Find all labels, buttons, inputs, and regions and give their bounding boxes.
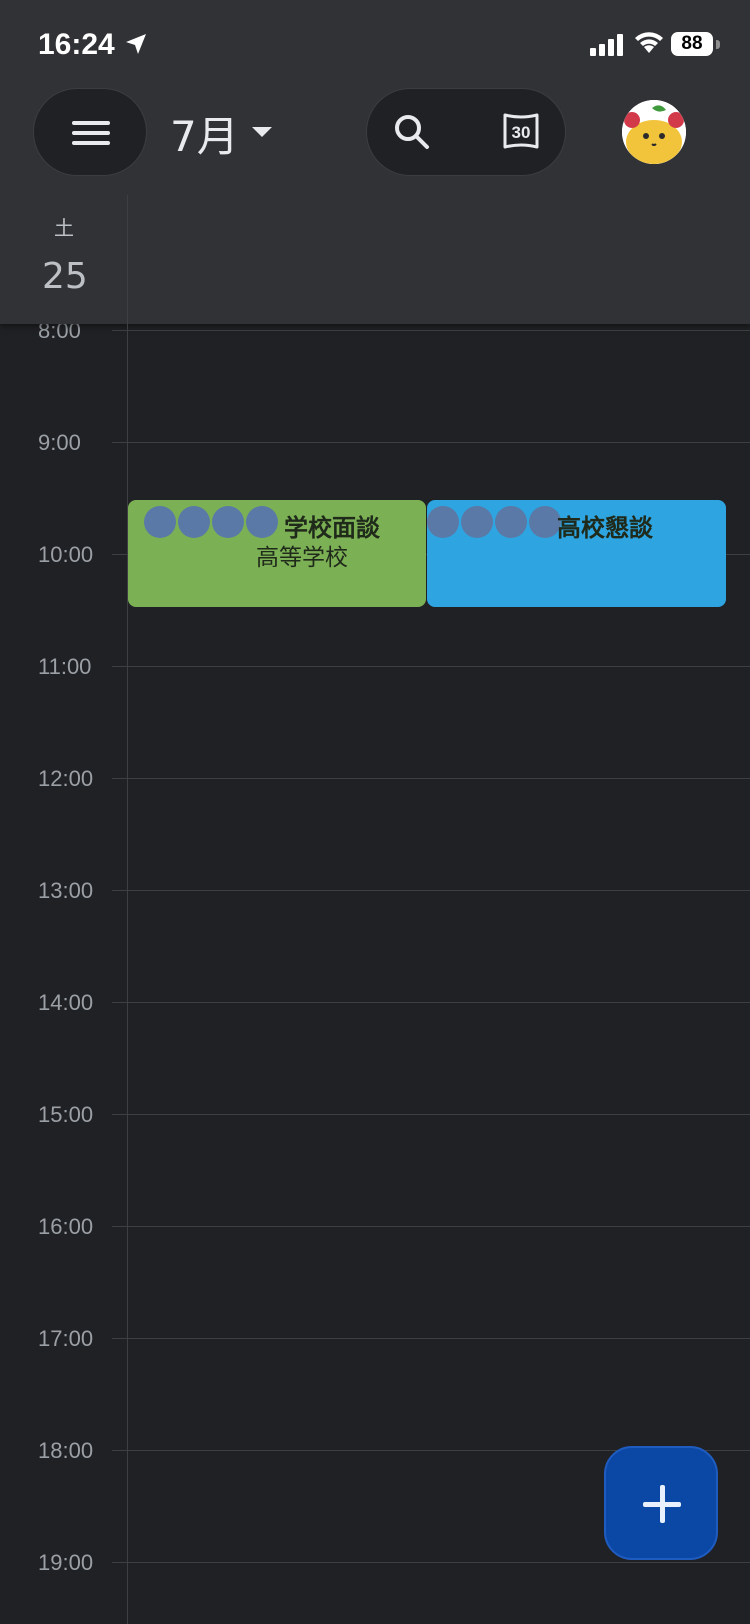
hour-label: 10:00	[38, 542, 94, 567]
hour-label: 11:00	[38, 654, 92, 679]
main-menu-button[interactable]	[33, 88, 147, 176]
hour-line	[112, 1002, 750, 1003]
wifi-icon	[635, 32, 663, 53]
day-number[interactable]: 25	[42, 256, 88, 297]
app-header: 16:24 88 7月 30 土 25	[0, 0, 750, 324]
redacted-name-dots	[427, 506, 561, 538]
status-time: 16:24	[38, 28, 115, 61]
day-column-divider	[127, 195, 128, 1624]
hour-label: 14:00	[38, 990, 94, 1015]
hour-line	[112, 442, 750, 443]
month-selector-label[interactable]: 7月	[170, 103, 239, 164]
redacted-name-dots	[144, 506, 278, 538]
create-event-button[interactable]	[604, 1446, 718, 1560]
hamburger-menu-icon	[72, 121, 110, 125]
battery-nub	[716, 40, 720, 49]
search-icon[interactable]	[392, 112, 432, 152]
event-location: 高等学校	[256, 545, 348, 571]
location-arrow-icon	[126, 34, 146, 54]
hour-line	[112, 890, 750, 891]
event-high-school-meeting[interactable]: 高校懇談	[427, 500, 726, 607]
hour-line	[112, 1114, 750, 1115]
hour-label: 15:00	[38, 1102, 94, 1127]
day-of-week: 土	[54, 216, 74, 240]
hour-label: 16:00	[38, 1214, 94, 1239]
profile-avatar[interactable]	[622, 100, 686, 164]
chevron-down-icon[interactable]	[252, 127, 272, 137]
hour-label: 9:00	[38, 430, 81, 455]
hour-line	[112, 1338, 750, 1339]
event-school-interview[interactable]: 学校面談 高等学校	[128, 500, 426, 607]
hour-line	[112, 330, 750, 331]
today-date-number: 30	[512, 123, 531, 142]
hour-line	[112, 666, 750, 667]
calendar-today-icon[interactable]: 30	[500, 110, 542, 152]
hour-label: 17:00	[38, 1326, 94, 1351]
hour-label: 18:00	[38, 1438, 94, 1463]
hour-label: 19:00	[38, 1550, 94, 1575]
hour-line	[112, 1562, 750, 1563]
hour-line	[112, 778, 750, 779]
hour-label: 12:00	[38, 766, 94, 791]
avatar-character-icon	[622, 100, 686, 164]
hour-label: 13:00	[38, 878, 94, 903]
cellular-signal-icon	[590, 34, 623, 56]
event-title: 高校懇談	[557, 514, 653, 542]
battery-indicator: 88	[671, 32, 713, 56]
hour-line	[112, 1226, 750, 1227]
